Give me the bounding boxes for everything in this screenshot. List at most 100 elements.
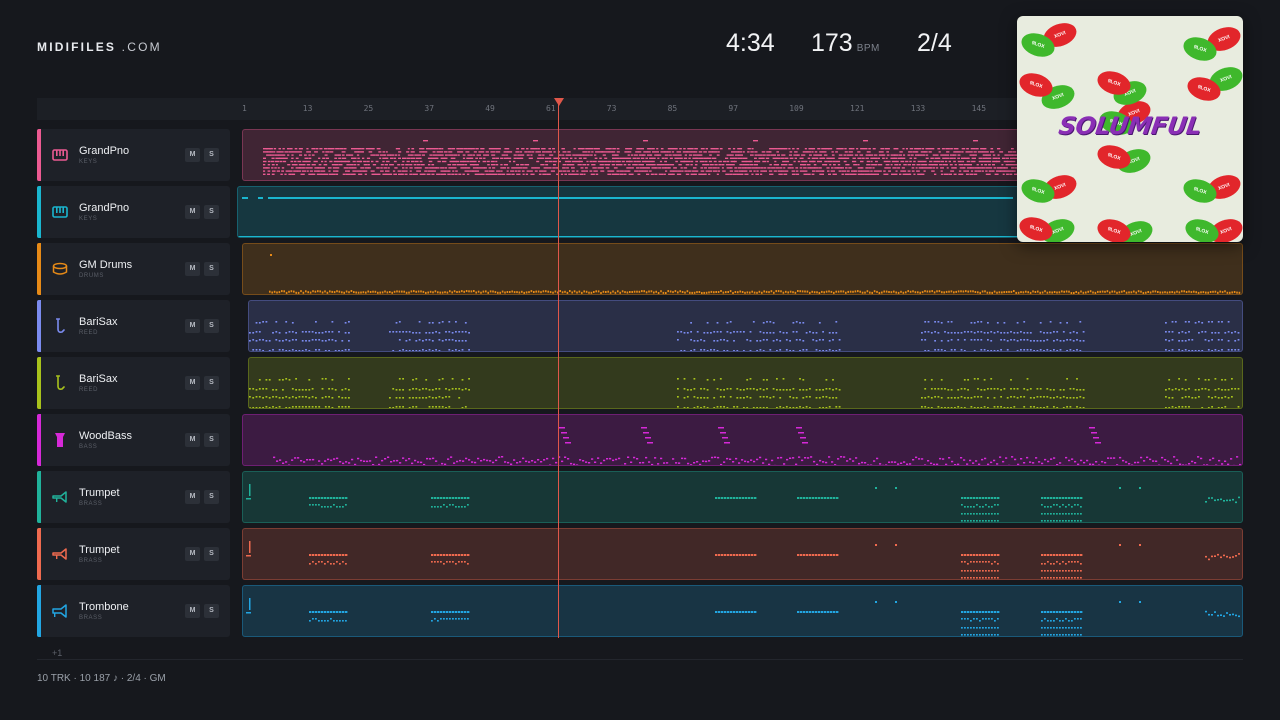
mute-button[interactable]: M	[185, 319, 200, 333]
bass-icon	[52, 432, 68, 448]
trumpet-icon	[52, 489, 68, 505]
ruler-tick: 109	[789, 104, 804, 113]
mute-button[interactable]: M	[185, 547, 200, 561]
more-tracks-indicator[interactable]: +1	[52, 648, 62, 658]
saxophone-icon	[52, 318, 68, 334]
album-cover: XOVI 9LOX XOVI 9LOX XOVI 9LOX XOVI 9LOX XOVI 9LOX…	[1017, 16, 1243, 242]
track-header[interactable]: WoodBass BASS M S	[37, 414, 230, 466]
solo-button[interactable]: S	[204, 547, 219, 561]
ruler-tick: 13	[302, 104, 313, 113]
site-logo[interactable]: MIDIFILES .COM	[37, 40, 162, 54]
ruler-tick: 145	[971, 104, 987, 113]
solo-button[interactable]: S	[204, 262, 219, 276]
track-name: GM Drums	[79, 259, 133, 271]
solo-button[interactable]: S	[204, 376, 219, 390]
track-lane[interactable]	[242, 585, 1243, 637]
bpm-value: 173	[811, 29, 853, 57]
track-category: BRASS	[79, 558, 103, 564]
mute-button[interactable]: M	[185, 148, 200, 162]
mute-button[interactable]: M	[185, 205, 200, 219]
track-category: BASS	[79, 444, 98, 450]
track-color-stripe	[37, 357, 41, 409]
mute-button[interactable]: M	[185, 604, 200, 618]
track-category: KEYS	[79, 216, 98, 222]
track-header[interactable]: Trombone BRASS M S	[37, 585, 230, 637]
track-name: BariSax	[79, 316, 118, 328]
track-color-stripe	[37, 300, 41, 352]
track-color-stripe	[37, 528, 41, 580]
ruler-tick: 73	[606, 104, 617, 113]
time-signature: 2/4	[917, 29, 952, 57]
note-pattern	[273, 427, 1242, 465]
cover-blob: 9LOX	[1017, 213, 1056, 242]
note-pattern	[249, 321, 1240, 351]
solo-button[interactable]: S	[204, 433, 219, 447]
track-lane[interactable]	[237, 186, 1022, 238]
file-summary: 10 TRK · 10 187 ♪ · 2/4 · GM	[37, 673, 166, 684]
mute-button[interactable]: M	[185, 262, 200, 276]
ruler-tick: 1	[242, 104, 247, 113]
ruler-tick: 37	[424, 104, 435, 113]
cover-title: SOLUMFUL	[1056, 112, 1204, 140]
track-name: Trumpet	[79, 544, 120, 556]
track-color-stripe	[37, 186, 41, 238]
track-lane[interactable]	[242, 471, 1243, 523]
ruler-tick: 25	[363, 104, 374, 113]
track-color-stripe	[37, 585, 41, 637]
track-header[interactable]: GrandPno KEYS M S	[37, 186, 230, 238]
playhead[interactable]	[558, 102, 559, 638]
solo-button[interactable]: S	[204, 604, 219, 618]
mute-button[interactable]: M	[185, 433, 200, 447]
footer-divider	[37, 659, 1243, 660]
track-lane[interactable]	[242, 243, 1243, 295]
ruler-tick: 49	[485, 104, 495, 113]
note-pattern	[246, 484, 1240, 522]
track-header[interactable]: GrandPno KEYS M S	[37, 129, 230, 181]
track-category: REED	[79, 330, 99, 336]
track-name: BariSax	[79, 373, 118, 385]
track-header[interactable]: GM Drums DRUMS M S	[37, 243, 230, 295]
solo-button[interactable]: S	[204, 319, 219, 333]
track-lane[interactable]	[242, 414, 1243, 466]
solo-button[interactable]: S	[204, 490, 219, 504]
ruler-tick: 97	[728, 104, 739, 113]
track-category: DRUMS	[79, 273, 104, 279]
track-color-stripe	[37, 471, 41, 523]
track-lane[interactable]	[248, 300, 1243, 352]
mute-button[interactable]: M	[185, 376, 200, 390]
track-lane[interactable]	[248, 357, 1243, 409]
playhead-handle[interactable]	[554, 98, 564, 106]
ruler-tick: 133	[910, 104, 926, 113]
track-header[interactable]: Trumpet BRASS M S	[37, 471, 230, 523]
track-category: REED	[79, 387, 99, 393]
track-color-stripe	[37, 243, 41, 295]
track-header[interactable]: Trumpet BRASS M S	[37, 528, 230, 580]
ruler-tick: 121	[850, 104, 865, 113]
logo-text-suffix: .COM	[116, 40, 162, 54]
solo-button[interactable]: S	[204, 205, 219, 219]
track-color-stripe	[37, 414, 41, 466]
saxophone-icon	[52, 375, 68, 391]
cover-blob: 9LOX	[1094, 215, 1134, 242]
track-header[interactable]: BariSax REED M S	[37, 300, 230, 352]
track-name: WoodBass	[79, 430, 132, 442]
note-pattern	[246, 541, 1240, 579]
piano-icon	[52, 147, 68, 163]
solo-button[interactable]: S	[204, 148, 219, 162]
track-category: BRASS	[79, 501, 103, 507]
logo-text-bold: MIDIFILES	[37, 40, 117, 54]
ruler-tick: 85	[667, 104, 678, 113]
mute-button[interactable]: M	[185, 490, 200, 504]
track-name: Trumpet	[79, 487, 120, 499]
note-pattern	[263, 140, 1019, 175]
track-header[interactable]: BariSax REED M S	[37, 357, 230, 409]
note-pattern	[269, 254, 1241, 294]
tempo-readout: 173 BPM	[811, 29, 880, 58]
track-lane[interactable]	[242, 528, 1243, 580]
track-name: GrandPno	[79, 202, 130, 214]
track-color-stripe	[37, 129, 41, 181]
drum-icon	[52, 261, 68, 277]
bpm-unit: BPM	[856, 43, 880, 54]
track-lane[interactable]	[242, 129, 1022, 181]
note-pattern	[249, 378, 1240, 408]
